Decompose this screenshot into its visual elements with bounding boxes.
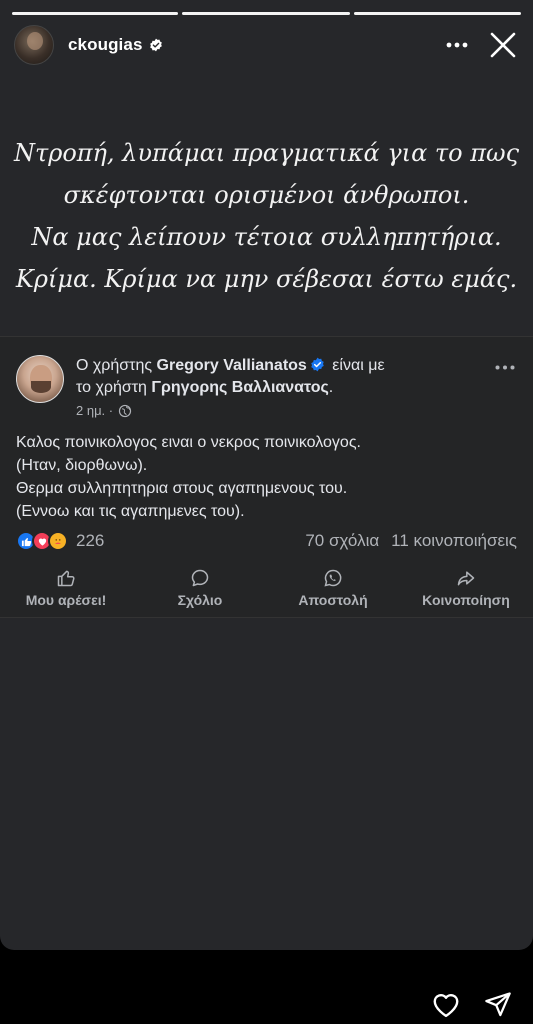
whatsapp-icon	[322, 567, 344, 589]
post-author-avatar[interactable]	[16, 355, 64, 403]
share-button[interactable]: Κοινοποίηση	[410, 567, 522, 608]
like-story-button[interactable]	[428, 986, 464, 1022]
caption-line: σκέφτονται ορισμένοι άνθρωποι.	[63, 181, 470, 209]
share-label: Κοινοποίηση	[422, 592, 510, 608]
more-options-button[interactable]	[439, 27, 475, 63]
like-button[interactable]: Μου αρέσει!	[14, 567, 118, 608]
reactions-summary[interactable]: 226	[16, 531, 104, 551]
post-author-name[interactable]: Gregory Vallianatos	[157, 357, 307, 374]
post-head-line2-prefix: το χρήστη	[76, 379, 147, 396]
comments-count[interactable]: 70 σχόλια	[305, 531, 379, 551]
care-reaction-icon	[48, 531, 68, 551]
comment-label: Σχόλιο	[177, 592, 223, 608]
comment-button[interactable]: Σχόλιο	[166, 567, 234, 608]
post-actions: Μου αρέσει! Σχόλιο Αποστολή Κοινοποίηση	[0, 567, 533, 611]
post-more-button[interactable]	[493, 359, 517, 375]
story-progress	[12, 12, 521, 15]
post-body-line: Καλος ποινικολογος ειναι ο νεκρος ποινικ…	[16, 434, 361, 451]
verified-icon	[310, 357, 325, 372]
username[interactable]: ckougias	[68, 35, 143, 55]
post-time[interactable]: 2 ημ. ·	[76, 403, 113, 418]
verified-icon	[149, 38, 163, 52]
post-head-suffix: .	[328, 379, 334, 396]
engagement-counts: 70 σχόλια 11 κοινοποιήσεις	[305, 531, 517, 551]
post-head-prefix: Ο χρήστης	[76, 357, 153, 374]
progress-segment	[354, 12, 521, 15]
story-card: ckougias Ντροπή, λυπάμαι πραγματικά για …	[0, 0, 533, 950]
progress-segment	[181, 12, 351, 15]
send-label: Αποστολή	[298, 592, 368, 608]
share-icon	[455, 567, 477, 589]
shares-count[interactable]: 11 κοινοποιήσεις	[391, 531, 517, 551]
caption-line: Ντροπή, λυπάμαι πραγματικά για το πως	[13, 139, 520, 167]
caption-line: Να μας λείπουν τέτοια συλληπητήρια.	[31, 223, 502, 251]
post-body-line: Θερμα συλληπητηρια στους αγαπημενους του…	[16, 480, 348, 497]
post-header: Ο χρήστης Gregory Vallianatos είναι με τ…	[76, 355, 476, 399]
tagged-user-name[interactable]: Γρηγορης Βαλλιανατος	[151, 379, 328, 396]
more-icon	[495, 365, 515, 369]
post-body-line: (Ηταν, διορθωνω).	[16, 457, 148, 474]
post-body: Καλος ποινικολογος ειναι ο νεκρος ποινικ…	[16, 431, 521, 523]
like-label: Μου αρέσει!	[25, 592, 107, 608]
progress-segment	[12, 12, 178, 15]
more-icon	[446, 42, 468, 48]
post-body-line: (Εννοω και τις αγαπημενες του).	[16, 503, 245, 520]
story-header: ckougias	[14, 24, 521, 66]
heart-icon	[433, 994, 459, 1018]
close-button[interactable]	[485, 27, 521, 63]
post-meta: 2 ημ. ·	[76, 403, 132, 418]
send-whatsapp-button[interactable]: Αποστολή	[288, 567, 378, 608]
avatar[interactable]	[14, 25, 54, 65]
caption-line: Κρίμα. Κρίμα να μην σέβεσαι έστω εμάς.	[15, 265, 518, 293]
like-icon	[55, 567, 77, 589]
send-story-button[interactable]	[480, 986, 516, 1022]
story-caption: Ντροπή, λυπάμαι πραγματικά για το πως σκ…	[0, 132, 533, 300]
reaction-count: 226	[76, 531, 105, 550]
globe-icon	[119, 404, 132, 417]
post-head-mid: είναι με	[332, 357, 385, 374]
close-icon	[490, 32, 516, 58]
comment-icon	[189, 567, 211, 589]
send-icon	[485, 992, 511, 1017]
shared-facebook-post: Ο χρήστης Gregory Vallianatos είναι με τ…	[0, 336, 533, 618]
